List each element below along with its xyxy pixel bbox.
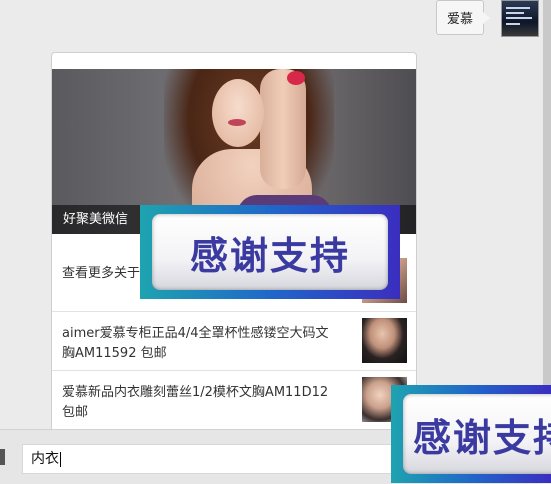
message-input-value: 内衣: [31, 451, 59, 467]
outgoing-message-bubble[interactable]: 爱慕: [436, 0, 490, 35]
text-caret: [60, 451, 61, 467]
thanks-sticker-text: 感谢支持: [403, 394, 551, 474]
outgoing-message-text: 爱慕: [446, 12, 473, 27]
news-item-thumbnail: [362, 318, 407, 363]
news-item-title: 爱慕新品内衣雕刻蕾丝1/2模杯文胸AM11D12 包邮: [62, 385, 329, 420]
thanks-sticker: 感谢支持: [140, 205, 400, 299]
thanks-sticker: 感谢支持: [391, 385, 551, 483]
user-avatar[interactable]: [501, 0, 539, 37]
thanks-sticker-text: 感谢支持: [152, 214, 388, 290]
news-item[interactable]: aimer爱慕专柜正品4/4全罩杯性感镂空大码文 胸AM11592 包邮: [52, 311, 416, 369]
news-item-title: aimer爱慕专柜正品4/4全罩杯性感镂空大码文 胸AM11592 包邮: [62, 326, 329, 361]
message-input[interactable]: 内衣: [22, 444, 402, 474]
input-toolbar-handle: [0, 449, 5, 465]
